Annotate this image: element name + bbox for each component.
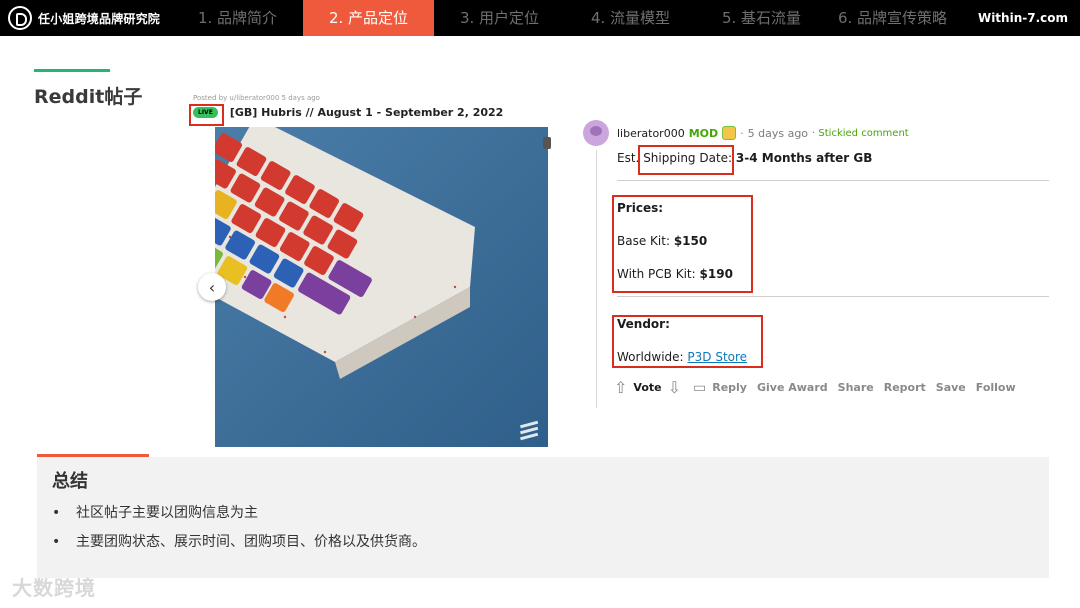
chevron-left-icon: ‹ [208, 277, 216, 297]
save-button[interactable]: Save [936, 381, 966, 394]
carousel-prev-button[interactable]: ‹ [198, 273, 226, 301]
tab-base-traffic[interactable]: 5. 基石流量 [696, 0, 827, 36]
brand-name: 任小姐跨境品牌研究院 [38, 11, 161, 26]
bullet-dot-icon: • [52, 534, 61, 550]
summary-bullet-text: 主要团购状态、展示时间、团购项目、价格以及供货商。 [76, 534, 426, 550]
comment-thread-line[interactable] [596, 150, 597, 408]
image-expand-icon[interactable] [543, 137, 551, 149]
avatar[interactable] [583, 120, 609, 146]
est-label: Est. [617, 151, 640, 165]
post-title[interactable]: [GB] Hubris // August 1 - September 2, 2… [230, 106, 504, 119]
comment-bubble-icon: ▭ [693, 379, 707, 396]
mod-badge: MOD [688, 126, 719, 140]
post-title-row: LIVE [GB] Hubris // August 1 - September… [193, 106, 503, 119]
share-button[interactable]: Share [838, 381, 874, 394]
prices-highlight [612, 195, 753, 293]
shipping-highlight [638, 145, 734, 175]
live-badge-highlight [189, 104, 224, 126]
comment-time: 5 days ago [747, 126, 809, 140]
bullet-dot-icon: • [52, 505, 61, 521]
site-name[interactable]: Within-7.com [978, 0, 1068, 36]
tab-brand-promotion[interactable]: 6. 品牌宣传策略 [827, 0, 958, 36]
summary-bullet: • 主要团购状态、展示时间、团购项目、价格以及供货商。 [52, 531, 426, 551]
watermark: 大数跨境 [12, 576, 96, 600]
vendor-highlight [612, 315, 763, 368]
title-accent-line [34, 69, 110, 72]
tab-product-positioning[interactable]: 2. 产品定位 [303, 0, 434, 36]
upvote-icon[interactable]: ⇧ [614, 378, 627, 397]
post-image[interactable] [215, 127, 548, 447]
brand-logo-icon [8, 6, 32, 30]
stickied-label: · Stickied comment [812, 127, 909, 139]
post-author-line: Posted by u/liberator000 5 days ago [193, 94, 320, 102]
top-nav-bar: 任小姐跨境品牌研究院 1. 品牌简介 2. 产品定位 3. 用户定位 4. 流量… [0, 0, 1080, 36]
summary-title: 总结 [52, 471, 88, 492]
follow-button[interactable]: Follow [976, 381, 1016, 394]
report-button[interactable]: Report [884, 381, 926, 394]
flair-icon [722, 126, 737, 140]
give-award-button[interactable]: Give Award [757, 381, 828, 394]
downvote-icon[interactable]: ⇩ [668, 378, 681, 397]
summary-bullet: • 社区帖子主要以团购信息为主 [52, 502, 258, 522]
summary-bullet-text: 社区帖子主要以团购信息为主 [76, 505, 258, 521]
comment-author[interactable]: liberator000 [617, 127, 685, 140]
tab-brand-intro[interactable]: 1. 品牌简介 [172, 0, 303, 36]
vote-label: Vote [633, 381, 662, 394]
divider [617, 296, 1049, 297]
keyboard-photo [215, 127, 548, 447]
comment-meta: liberator000 MOD · 5 days ago · Stickied… [617, 126, 909, 140]
comment-actions: ⇧ Vote ⇩ ▭ Reply Give Award Share Report… [614, 378, 1016, 397]
page-title: Reddit帖子 [34, 86, 143, 108]
tab-user-positioning[interactable]: 3. 用户定位 [434, 0, 565, 36]
reply-button[interactable]: Reply [712, 381, 747, 394]
divider [617, 180, 1049, 181]
shipping-value: 3-4 Months after GB [735, 151, 873, 165]
brand[interactable]: 任小姐跨境品牌研究院 [8, 5, 160, 31]
section-tabs: 1. 品牌简介 2. 产品定位 3. 用户定位 4. 流量模型 5. 基石流量 … [172, 0, 958, 36]
meta-separator: · [740, 126, 744, 140]
tab-traffic-model[interactable]: 4. 流量模型 [565, 0, 696, 36]
